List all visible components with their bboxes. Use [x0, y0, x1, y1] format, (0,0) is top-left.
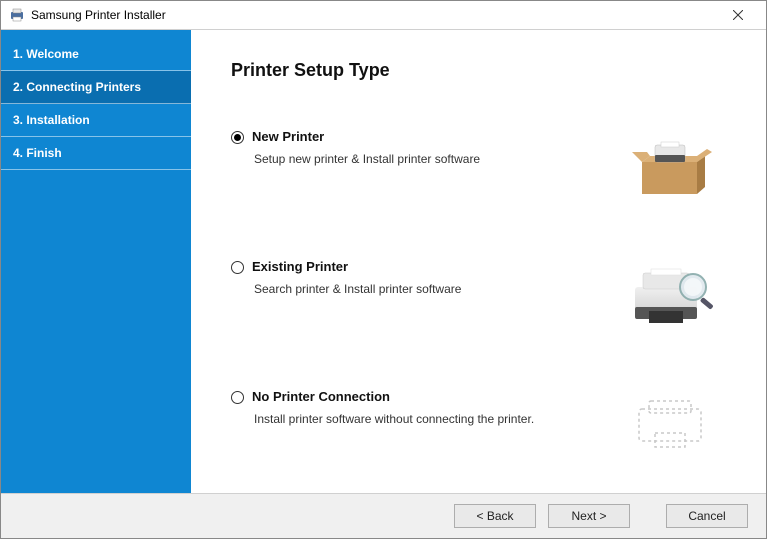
app-icon	[9, 7, 25, 23]
option-title: New Printer	[252, 129, 480, 144]
option-title: No Printer Connection	[252, 389, 534, 404]
option-new-printer[interactable]: New Printer Setup new printer & Install …	[231, 129, 742, 199]
sidebar-item-label: 2. Connecting Printers	[13, 80, 141, 94]
option-text: No Printer Connection Install printer so…	[252, 389, 534, 426]
printer-ghost-icon	[622, 389, 722, 459]
option-title: Existing Printer	[252, 259, 461, 274]
option-desc: Install printer software without connect…	[252, 412, 534, 426]
body-area: 1. Welcome 2. Connecting Printers 3. Ins…	[1, 30, 766, 493]
box-printer-icon	[622, 129, 722, 199]
option-left: New Printer Setup new printer & Install …	[231, 129, 622, 166]
titlebar: Samsung Printer Installer	[1, 1, 766, 30]
page-title: Printer Setup Type	[231, 60, 742, 81]
options-list: New Printer Setup new printer & Install …	[231, 129, 742, 459]
cancel-button[interactable]: Cancel	[666, 504, 748, 528]
option-text: New Printer Setup new printer & Install …	[252, 129, 480, 166]
sidebar-item-label: 3. Installation	[13, 113, 90, 127]
option-desc: Setup new printer & Install printer soft…	[252, 152, 480, 166]
sidebar-item-label: 1. Welcome	[13, 47, 79, 61]
sidebar: 1. Welcome 2. Connecting Printers 3. Ins…	[1, 30, 191, 493]
close-button[interactable]	[718, 1, 758, 29]
printer-search-icon	[622, 259, 722, 329]
sidebar-item-installation[interactable]: 3. Installation	[1, 104, 191, 137]
radio-no-printer[interactable]	[231, 391, 244, 404]
window-title: Samsung Printer Installer	[31, 8, 718, 22]
option-desc: Search printer & Install printer softwar…	[252, 282, 461, 296]
radio-new-printer[interactable]	[231, 131, 244, 144]
sidebar-item-finish[interactable]: 4. Finish	[1, 137, 191, 170]
main-content: Printer Setup Type New Printer Setup new…	[191, 30, 766, 493]
option-text: Existing Printer Search printer & Instal…	[252, 259, 461, 296]
footer: < Back Next > Cancel	[1, 493, 766, 538]
option-left: No Printer Connection Install printer so…	[231, 389, 622, 426]
radio-existing-printer[interactable]	[231, 261, 244, 274]
sidebar-item-connecting-printers[interactable]: 2. Connecting Printers	[1, 71, 191, 104]
option-left: Existing Printer Search printer & Instal…	[231, 259, 622, 296]
sidebar-item-welcome[interactable]: 1. Welcome	[1, 38, 191, 71]
sidebar-item-label: 4. Finish	[13, 146, 62, 160]
next-button[interactable]: Next >	[548, 504, 630, 528]
back-button[interactable]: < Back	[454, 504, 536, 528]
option-no-printer[interactable]: No Printer Connection Install printer so…	[231, 389, 742, 459]
option-existing-printer[interactable]: Existing Printer Search printer & Instal…	[231, 259, 742, 329]
